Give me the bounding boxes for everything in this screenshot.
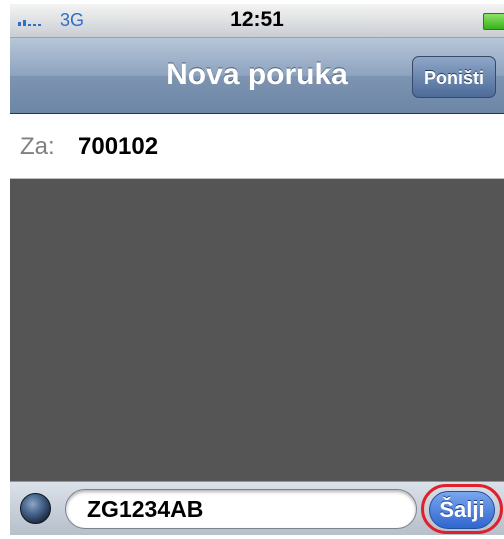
conversation-area xyxy=(10,179,504,481)
camera-icon[interactable] xyxy=(20,493,51,524)
message-input[interactable]: ZG1234AB xyxy=(65,489,417,529)
recipient-label: Za: xyxy=(20,133,55,160)
battery-icon xyxy=(483,13,504,30)
send-button[interactable]: Šalji xyxy=(429,491,495,529)
cancel-button[interactable]: Poništi xyxy=(412,56,496,98)
recipient-value[interactable]: 700102 xyxy=(78,133,158,161)
compose-bar: ZG1234AB Šalji xyxy=(10,481,504,535)
recipient-field[interactable]: Za: 700102 xyxy=(10,114,504,179)
clock: 12:51 xyxy=(230,8,284,31)
phone-screen: 3G 12:51 Nova poruka Poništi Za: 700102 … xyxy=(10,4,504,535)
navigation-bar: Nova poruka Poništi xyxy=(10,38,504,114)
status-bar: 3G 12:51 xyxy=(10,4,504,38)
